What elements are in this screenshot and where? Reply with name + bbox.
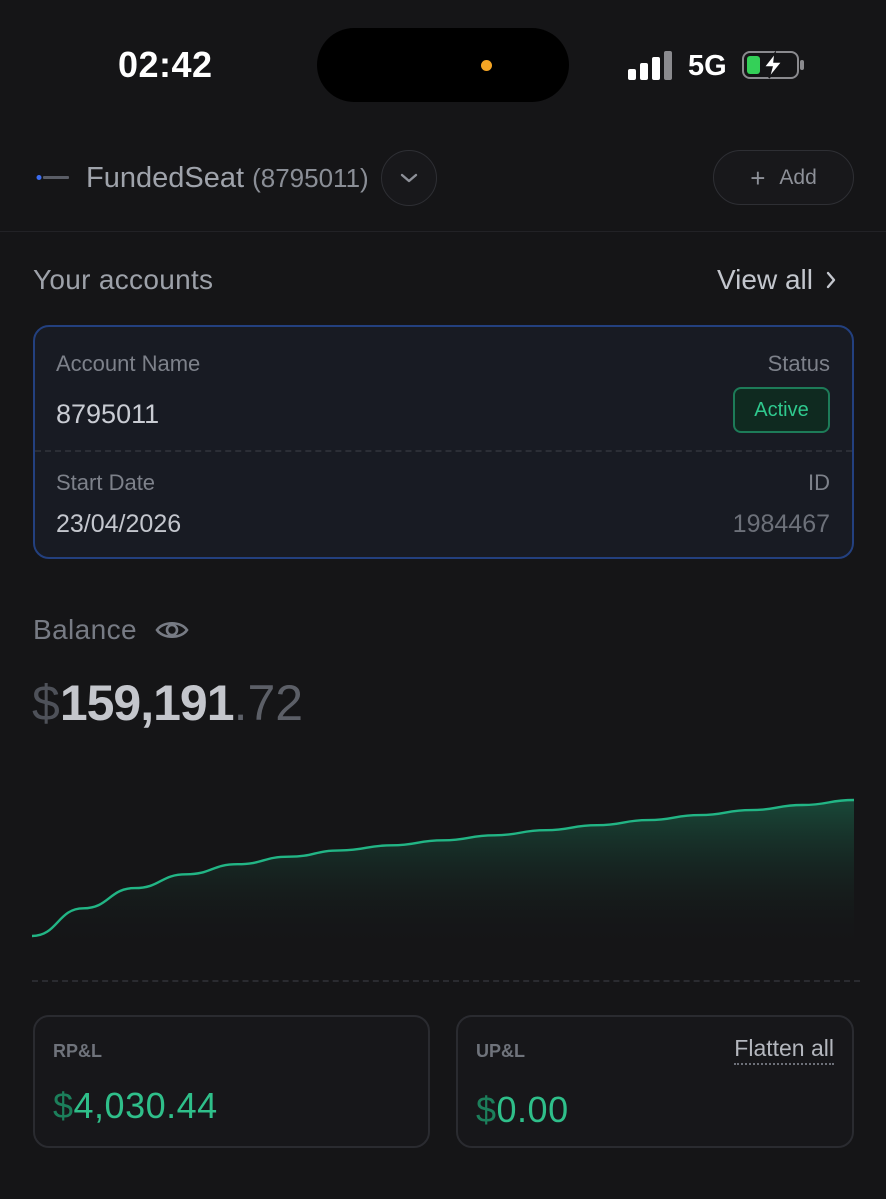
network-type: 5G bbox=[688, 50, 727, 82]
balance-header: Balance bbox=[33, 614, 189, 646]
plus-icon: + bbox=[750, 162, 766, 193]
header-divider bbox=[0, 231, 886, 232]
status-label: Status bbox=[767, 351, 830, 376]
balance-integer: 159,191 bbox=[59, 675, 235, 731]
upl-value: $0.00 bbox=[476, 1089, 569, 1131]
cellular-signal-icon bbox=[628, 50, 674, 80]
accounts-section-title: Your accounts bbox=[33, 264, 214, 295]
account-name-label: Account Name bbox=[56, 351, 201, 376]
rpl-value: $4,030.44 bbox=[53, 1085, 218, 1127]
balance-amount: $159,191.72 bbox=[32, 674, 303, 732]
upl-label: UP&L bbox=[476, 1041, 525, 1061]
dynamic-island bbox=[317, 28, 569, 102]
chevron-right-icon bbox=[826, 271, 836, 289]
rpl-amount: 4,030.44 bbox=[73, 1085, 218, 1126]
status-time: 02:42 bbox=[118, 44, 213, 85]
start-date-label: Start Date bbox=[56, 470, 156, 495]
account-switcher-button[interactable] bbox=[381, 150, 437, 206]
balance-label: Balance bbox=[33, 614, 137, 645]
upl-amount: 0.00 bbox=[496, 1089, 569, 1130]
rpl-currency: $ bbox=[53, 1085, 74, 1126]
brand-account-number: (8795011) bbox=[252, 163, 369, 193]
view-all-link[interactable]: View all bbox=[717, 264, 837, 296]
balance-chart bbox=[31, 798, 855, 950]
id-value: 1984467 bbox=[732, 510, 830, 538]
view-all-label: View all bbox=[717, 264, 813, 295]
upl-currency: $ bbox=[476, 1089, 497, 1130]
brand-name: FundedSeat bbox=[86, 162, 245, 194]
rpl-label: RP&L bbox=[53, 1041, 102, 1061]
fundedseat-logo-icon bbox=[36, 175, 69, 180]
chart-divider bbox=[32, 980, 860, 982]
rpl-card: RP&L $4,030.44 bbox=[33, 1015, 430, 1148]
id-label: ID bbox=[808, 470, 830, 495]
account-name-value: 8795011 bbox=[56, 399, 160, 429]
balance-decimal: .72 bbox=[233, 675, 304, 731]
chevron-down-icon bbox=[400, 173, 418, 183]
flatten-all-button[interactable]: Flatten all bbox=[734, 1035, 834, 1065]
add-button-label: Add bbox=[779, 165, 817, 189]
upl-card: UP&L Flatten all $0.00 bbox=[456, 1015, 854, 1148]
start-date-value: 23/04/2026 bbox=[56, 510, 182, 538]
balance-chart-area bbox=[32, 800, 854, 950]
battery-charging-icon bbox=[742, 50, 804, 79]
status-badge: Active bbox=[733, 387, 830, 433]
card-divider bbox=[35, 450, 852, 452]
balance-currency: $ bbox=[32, 675, 60, 731]
account-switcher-label[interactable]: FundedSeat (8795011) bbox=[86, 162, 369, 195]
eye-icon[interactable] bbox=[155, 618, 189, 642]
privacy-indicator-dot bbox=[481, 60, 492, 71]
account-card[interactable]: Account Name 8795011 Status Active Start… bbox=[33, 325, 854, 559]
add-account-button[interactable]: + Add bbox=[713, 150, 854, 205]
